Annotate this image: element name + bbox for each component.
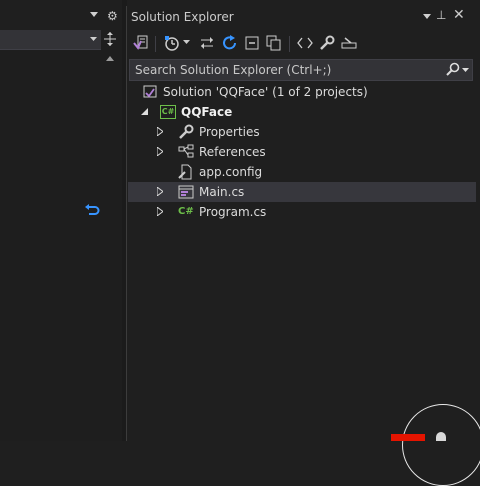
sync-icon[interactable] <box>197 33 217 53</box>
white-overlay-shape <box>436 432 446 441</box>
solution-explorer-toolbar <box>127 31 480 55</box>
config-file-icon <box>178 164 192 180</box>
collapsed-arrow-icon[interactable] <box>157 147 163 156</box>
toolbar-separator <box>289 36 290 52</box>
tree-item-label: Properties <box>199 125 260 139</box>
show-all-files-icon[interactable] <box>264 33 284 53</box>
tree-item-label: Program.cs <box>199 205 267 219</box>
references-icon <box>178 144 194 158</box>
tree-scrollbar[interactable] <box>476 86 480 441</box>
search-box[interactable] <box>129 59 473 81</box>
scroll-up-icon[interactable] <box>106 56 114 61</box>
chevron-down-icon[interactable] <box>183 40 191 45</box>
tree-item-label: References <box>199 145 266 159</box>
tree-item-label: app.config <box>199 165 263 179</box>
panel-title: Solution Explorer <box>131 10 234 24</box>
toolbar-separator <box>155 36 156 52</box>
search-input[interactable] <box>135 60 435 80</box>
tree-item-app-config[interactable]: app.config <box>128 162 480 182</box>
member-dropdown[interactable] <box>0 30 101 50</box>
project-label: QQFace <box>181 105 233 119</box>
switch-views-icon[interactable] <box>131 33 151 53</box>
collapsed-arrow-icon[interactable] <box>157 187 163 196</box>
collapsed-arrow-icon[interactable] <box>157 207 163 216</box>
tree-item-properties[interactable]: Properties <box>128 122 480 142</box>
pin-icon[interactable]: ⊥ <box>436 8 446 22</box>
editor-pane: ⚙ <box>0 0 122 441</box>
close-icon[interactable]: ✕ <box>453 7 465 23</box>
tree-item-program-cs[interactable]: C# Program.cs <box>128 202 480 222</box>
wrench-icon <box>179 124 194 139</box>
tree-item-references[interactable]: References <box>128 142 480 162</box>
chevron-down-icon[interactable] <box>423 14 431 19</box>
chevron-down-icon[interactable] <box>90 12 98 17</box>
search-icon[interactable] <box>446 62 460 76</box>
csharp-file-icon: C# <box>178 206 194 217</box>
preview-icon[interactable] <box>339 33 359 53</box>
tree-item-main-cs[interactable]: Main.cs <box>128 182 480 202</box>
collapsed-arrow-icon[interactable] <box>157 127 163 136</box>
chevron-down-icon[interactable] <box>462 68 469 72</box>
tree-solution-node[interactable]: Solution 'QQFace' (1 of 2 projects) <box>128 82 480 102</box>
csharp-project-icon: C# <box>160 105 176 119</box>
chevron-down-icon <box>90 37 97 41</box>
tree-item-label: Main.cs <box>199 185 245 199</box>
collapse-all-icon[interactable] <box>242 33 262 53</box>
refresh-icon[interactable] <box>220 33 240 53</box>
vertical-scrollbar[interactable] <box>102 52 118 441</box>
split-view-icon[interactable] <box>102 31 118 49</box>
cursor-highlight-ring <box>402 404 480 486</box>
editor-top-bar: ⚙ <box>0 0 122 30</box>
history-icon[interactable] <box>162 33 182 53</box>
solution-explorer-panel: Solution Explorer ⊥ ✕ Search Solution Ex… <box>126 6 480 441</box>
view-code-icon[interactable] <box>295 33 315 53</box>
expanded-arrow-icon[interactable] <box>141 108 148 115</box>
red-overlay-shape <box>391 434 425 441</box>
tree-project-node[interactable]: C# QQFace <box>128 102 480 122</box>
solution-label: Solution 'QQFace' (1 of 2 projects) <box>163 85 368 99</box>
solution-icon <box>143 85 157 98</box>
form-icon <box>178 185 194 199</box>
gear-icon[interactable]: ⚙ <box>107 9 118 23</box>
return-arrow-icon <box>85 204 100 215</box>
properties-icon[interactable] <box>317 33 337 53</box>
